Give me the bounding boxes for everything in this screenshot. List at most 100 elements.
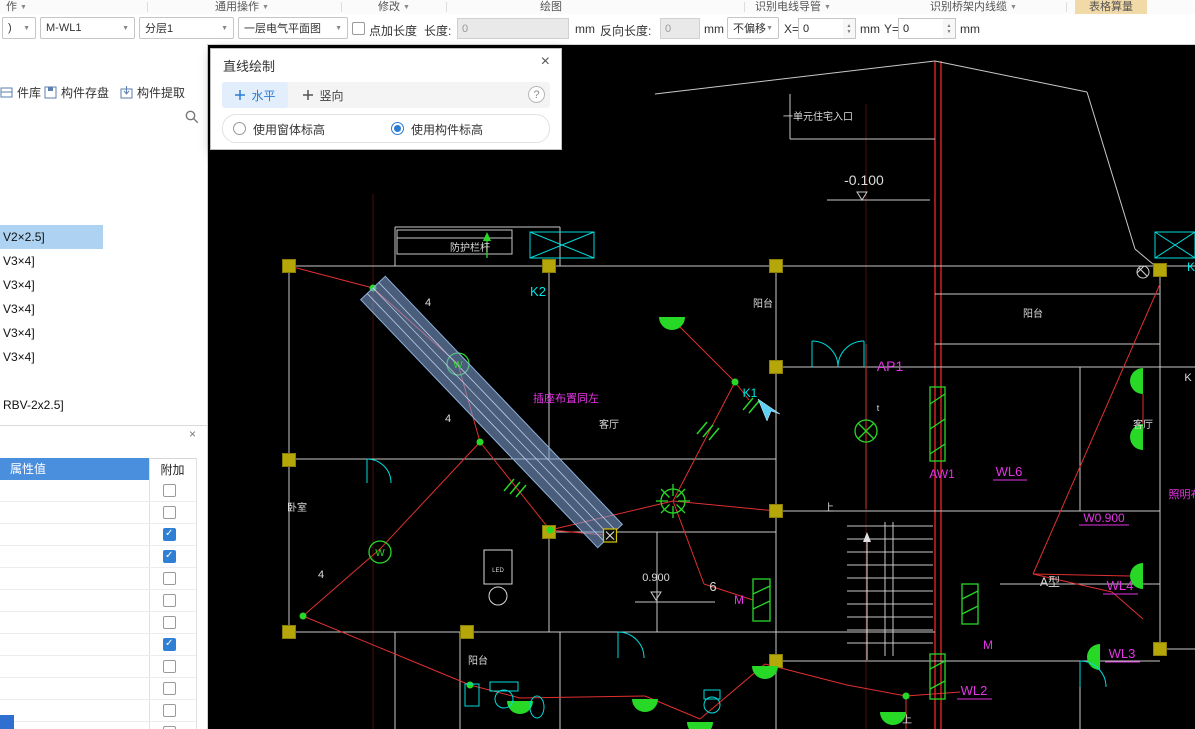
attribute-checkbox[interactable] <box>163 506 176 519</box>
canvas-label: 上 <box>824 502 834 514</box>
panel-close-icon[interactable]: × <box>189 427 196 441</box>
cursor-arrow <box>757 398 781 422</box>
panel-divider <box>0 425 207 426</box>
dialog-close-icon[interactable]: × <box>541 53 550 71</box>
menu-item-operation[interactable]: 作 ▼ <box>6 0 27 14</box>
canvas-label: 4 <box>318 569 324 581</box>
list-item[interactable]: V3×4] <box>0 273 103 297</box>
canvas-label: A型 <box>1040 575 1060 589</box>
component-save-button[interactable]: 构件存盘 <box>44 80 109 104</box>
y-offset-input[interactable] <box>898 18 944 39</box>
x-offset-label: X= <box>784 22 800 36</box>
menu-separator <box>341 2 342 12</box>
chevron-down-icon: ▼ <box>766 24 773 32</box>
use-component-elevation-radio[interactable] <box>391 122 404 135</box>
drawing-sheet-dropdown[interactable]: 一层电气平面图 ▼ <box>238 17 348 39</box>
canvas-label: 插座布置同左 <box>533 391 599 405</box>
component-extract-button[interactable]: 构件提取 <box>120 80 185 104</box>
chevron-down-icon: ▼ <box>1010 3 1017 11</box>
list-item[interactable]: RBV-2x2.5] <box>0 393 103 417</box>
table-row <box>0 590 196 612</box>
menu-item-draw[interactable]: 绘图 <box>540 0 562 14</box>
menu-item-general-ops[interactable]: 通用操作 ▼ <box>215 0 269 14</box>
use-window-elevation-radio[interactable] <box>233 122 246 135</box>
canvas-label: WL2 <box>961 683 988 698</box>
mm-unit-label: mm <box>860 22 880 36</box>
table-gridline <box>196 458 197 729</box>
canvas-label: K2 <box>530 284 546 299</box>
help-icon[interactable]: ? <box>528 86 545 103</box>
attribute-checkbox[interactable] <box>163 660 176 673</box>
reverse-length-input[interactable] <box>660 18 700 39</box>
canvas-label: 阳台 <box>1023 307 1043 320</box>
vertical-mode-button[interactable]: 竖向 <box>290 82 356 108</box>
chevron-down-icon: ▼ <box>122 24 129 32</box>
length-label: 长度: <box>424 24 452 38</box>
offset-mode-dropdown[interactable]: 不偏移 ▼ <box>727 17 779 39</box>
canvas-label: 4 <box>445 413 451 425</box>
length-input[interactable] <box>457 18 569 39</box>
attribute-checkbox[interactable] <box>163 638 176 651</box>
table-row <box>0 546 196 568</box>
menu-separator <box>446 2 447 12</box>
dialog-title: 直线绘制 <box>223 59 276 74</box>
canvas-label: K <box>1184 372 1192 384</box>
horizontal-icon <box>235 90 246 100</box>
x-offset-input[interactable] <box>798 18 844 39</box>
attribute-checkbox[interactable] <box>163 484 176 497</box>
chevron-down-icon: ▼ <box>403 3 410 11</box>
list-item[interactable]: V3×4] <box>0 249 103 273</box>
list-item[interactable]: V2×2.5] <box>0 225 103 249</box>
attribute-checkbox[interactable] <box>163 704 176 717</box>
canvas-label: 卧室 <box>287 501 307 514</box>
canvas-label: 照明布 <box>1169 488 1195 501</box>
canvas-label: 阳台 <box>753 297 773 310</box>
mm-unit-label: mm <box>704 22 724 36</box>
menu-separator <box>147 2 148 12</box>
canvas-label: AW1 <box>929 467 955 481</box>
attribute-checkbox[interactable] <box>163 682 176 695</box>
section-line <box>934 61 942 729</box>
layer-dropdown[interactable]: 分层1 ▼ <box>139 17 234 39</box>
canvas-label: M <box>983 638 993 652</box>
list-item[interactable]: V3×4] <box>0 321 103 345</box>
menu-item-identify-conduit[interactable]: 识别电线导管 ▼ <box>755 0 831 14</box>
attribute-checkbox[interactable] <box>163 572 176 585</box>
table-row <box>0 612 196 634</box>
table-row <box>0 678 196 700</box>
wire-type-dropdown[interactable]: M-WL1 ▼ <box>40 17 135 39</box>
hatch-marker <box>1136 265 1150 279</box>
canvas-label: t <box>877 403 880 413</box>
canvas-label: K <box>1187 260 1195 274</box>
chevron-down-icon: ▼ <box>221 24 228 32</box>
horizontal-mode-button[interactable]: 水平 <box>222 82 288 108</box>
component-panel: 件库 构件存盘 构件提取 V2×2.5] V3×4] V3×4] V3×4] V… <box>0 44 208 729</box>
canvas-label: 防护栏杆 <box>450 241 490 254</box>
menu-item-modify[interactable]: 修改 ▼ <box>378 0 410 14</box>
x-offset-stepper[interactable]: ▲ ▼ <box>843 18 856 39</box>
junction-dots <box>299 284 910 700</box>
y-offset-stepper[interactable]: ▲ ▼ <box>943 18 956 39</box>
search-icon[interactable] <box>185 110 199 124</box>
canvas-label: WL6 <box>996 464 1023 479</box>
library-icon <box>0 87 13 97</box>
point-add-length-checkbox[interactable] <box>352 22 365 35</box>
attribute-checkbox[interactable] <box>163 528 176 541</box>
attribute-checkbox[interactable] <box>163 550 176 563</box>
menu-item-table-quantity[interactable]: 表格算量 <box>1075 0 1147 14</box>
menu-item-identify-tray-cable[interactable]: 识别桥架内线缆 ▼ <box>930 0 1017 14</box>
chevron-down-icon: ▼ <box>824 3 831 11</box>
conduit-selection[interactable] <box>359 275 624 549</box>
table-row <box>0 656 196 678</box>
component-library-button[interactable]: 件库 <box>0 80 41 104</box>
list-item[interactable]: V3×4] <box>0 345 103 369</box>
combo-partial[interactable]: ) ▼ <box>2 17 36 39</box>
canvas-label: W0.900 <box>1083 511 1125 525</box>
attribute-checkbox[interactable] <box>163 616 176 629</box>
canvas-label: 0.900 <box>642 572 670 584</box>
canvas-label: WL4 <box>1107 578 1134 593</box>
use-window-elevation-label: 使用窗体标高 <box>253 123 326 137</box>
bottom-left-badge[interactable] <box>0 715 14 729</box>
attribute-checkbox[interactable] <box>163 594 176 607</box>
list-item[interactable]: V3×4] <box>0 297 103 321</box>
